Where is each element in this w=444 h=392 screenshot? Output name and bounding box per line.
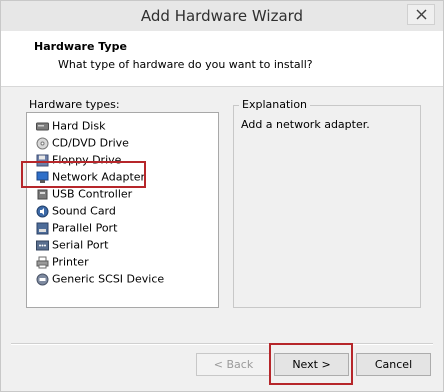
list-item-sound-card[interactable]: Sound Card bbox=[36, 202, 116, 219]
explanation-text: Add a network adapter. bbox=[241, 118, 370, 131]
list-item-generic-scsi-device[interactable]: Generic SCSI Device bbox=[36, 270, 164, 287]
list-item-parallel-port[interactable]: Parallel Port bbox=[36, 219, 117, 236]
hardware-types-list[interactable]: Hard Disk CD/DVD Drive Floppy Drive Netw… bbox=[26, 112, 219, 308]
usb-icon bbox=[37, 189, 48, 199]
title-bar[interactable]: Add Hardware Wizard bbox=[1, 1, 443, 31]
network-adapter-highlight bbox=[21, 161, 146, 188]
parallel-port-icon bbox=[36, 222, 49, 234]
serial-port-icon bbox=[36, 240, 49, 250]
list-item-label: Generic SCSI Device bbox=[52, 272, 165, 286]
list-item-label: Sound Card bbox=[52, 204, 116, 218]
add-hardware-wizard-window: Add Hardware Wizard Hardware Type What t… bbox=[0, 0, 444, 392]
hard-disk-icon bbox=[36, 122, 49, 130]
scsi-device-icon bbox=[36, 273, 49, 285]
list-item-label: Serial Port bbox=[52, 238, 109, 252]
list-item-printer[interactable]: Printer bbox=[36, 253, 89, 270]
hardware-types-label: Hardware types: bbox=[29, 98, 120, 111]
header-subtitle: What type of hardware do you want to ins… bbox=[58, 58, 313, 71]
back-button[interactable]: < Back bbox=[196, 353, 271, 376]
wizard-header: Hardware Type What type of hardware do y… bbox=[1, 31, 443, 87]
list-item-hard-disk[interactable]: Hard Disk bbox=[36, 117, 105, 134]
window-title: Add Hardware Wizard bbox=[140, 7, 304, 25]
list-item-cd-dvd-drive[interactable]: CD/DVD Drive bbox=[36, 134, 129, 151]
cancel-button[interactable]: Cancel bbox=[356, 353, 431, 376]
list-item-serial-port[interactable]: Serial Port bbox=[36, 236, 108, 253]
sound-card-icon bbox=[36, 205, 49, 217]
list-item-label: Hard Disk bbox=[52, 119, 106, 133]
explanation-groupbox bbox=[233, 105, 421, 308]
close-icon bbox=[416, 9, 427, 20]
cd-dvd-icon bbox=[36, 137, 49, 149]
footer-separator bbox=[11, 343, 433, 345]
next-button-highlight bbox=[269, 343, 353, 385]
list-item-label: CD/DVD Drive bbox=[52, 136, 129, 150]
list-item-label: Parallel Port bbox=[52, 221, 118, 235]
list-item-label: Printer bbox=[52, 255, 89, 269]
header-title: Hardware Type bbox=[34, 40, 127, 53]
printer-icon bbox=[36, 256, 49, 268]
close-button[interactable] bbox=[407, 4, 435, 25]
explanation-label: Explanation bbox=[239, 98, 311, 111]
list-item-label: USB Controller bbox=[52, 187, 133, 201]
